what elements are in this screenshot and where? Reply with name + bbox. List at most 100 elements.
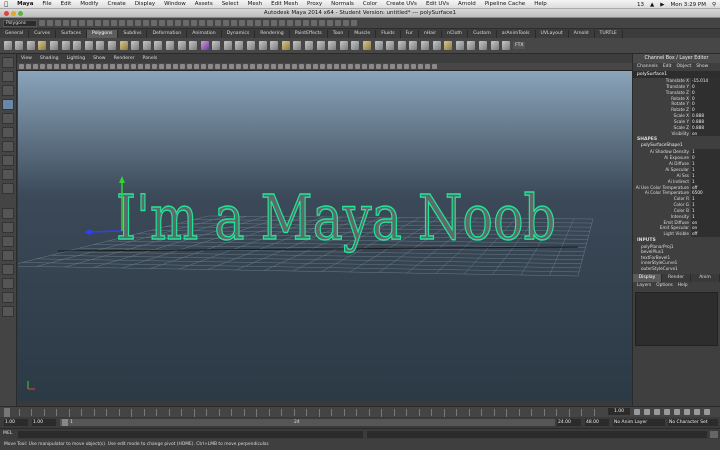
panel-tool-icon[interactable] <box>250 64 255 69</box>
shelf-tool-icon[interactable] <box>107 41 116 50</box>
shelf-tool-icon[interactable] <box>212 41 221 50</box>
move-manipulator-x-arrow[interactable] <box>84 229 91 235</box>
zoom-window-button[interactable] <box>18 11 23 16</box>
menu-pipeline-cache[interactable]: Pipeline Cache <box>480 1 529 7</box>
menu-edit-uvs[interactable]: Edit UVs <box>421 1 453 7</box>
shelf-tab-deformation[interactable]: Deformation <box>147 29 188 38</box>
panel-tool-icon[interactable] <box>75 64 80 69</box>
anim-layer-menu[interactable]: No Anim Layer <box>613 419 665 426</box>
shelf-tool-icon[interactable] <box>363 41 371 50</box>
panel-tool-icon[interactable] <box>138 64 143 69</box>
status-tool-icon[interactable] <box>255 20 261 26</box>
channel-value[interactable]: on <box>691 130 720 137</box>
last-tool-icon[interactable] <box>2 183 14 194</box>
layout-graph-icon[interactable] <box>2 264 14 275</box>
play-backwards-button[interactable] <box>664 409 670 415</box>
shelf-tool-icon[interactable] <box>26 41 35 50</box>
shelf-tool-icon[interactable] <box>397 41 406 50</box>
panel-tool-icon[interactable] <box>348 64 353 69</box>
panel-tool-icon[interactable] <box>411 64 416 69</box>
panel-tool-icon[interactable] <box>131 64 136 69</box>
time-slider[interactable]: 1.00 <box>0 406 720 417</box>
animation-end-field[interactable]: 48.00 <box>585 419 609 426</box>
shelf-tool-icon[interactable] <box>339 41 348 50</box>
play-forwards-button[interactable] <box>674 409 680 415</box>
shelf-tab-curves[interactable]: Curves <box>29 29 57 38</box>
menu-normals[interactable]: Normals <box>327 1 359 7</box>
status-tool-icon[interactable] <box>199 20 205 26</box>
shelf-tool-icon[interactable] <box>432 41 441 50</box>
layout-outliner-icon[interactable] <box>2 250 14 261</box>
lasso-tool-icon[interactable] <box>2 71 14 82</box>
shelf-tool-icon[interactable] <box>247 41 256 50</box>
paint-select-tool-icon[interactable] <box>2 85 14 96</box>
shelf-tool-icon[interactable] <box>270 41 279 50</box>
channel-menu-object[interactable]: Object <box>677 63 692 71</box>
panel-tool-icon[interactable] <box>327 64 332 69</box>
panel-tool-icon[interactable] <box>376 64 381 69</box>
panel-tool-icon[interactable] <box>425 64 430 69</box>
shelf-tool-icon[interactable] <box>455 41 464 50</box>
wifi-icon[interactable]: ▲ <box>650 2 654 8</box>
shelf-tool-icon[interactable] <box>316 41 325 50</box>
close-window-button[interactable] <box>4 11 9 16</box>
panel-tool-icon[interactable] <box>180 64 185 69</box>
layout-render-icon[interactable] <box>2 292 14 303</box>
panel-tool-icon[interactable] <box>404 64 409 69</box>
search-icon[interactable]: ⚲ <box>712 2 716 8</box>
menu-display[interactable]: Display <box>130 1 159 7</box>
channel-menu-edit[interactable]: Edit <box>663 63 672 71</box>
selected-object-name[interactable]: polySurface1 <box>633 71 720 78</box>
layer-tab-display[interactable]: Display <box>633 274 662 283</box>
animation-start-field[interactable]: 1.00 <box>4 419 28 426</box>
status-tool-icon[interactable] <box>215 20 221 26</box>
status-tool-icon[interactable] <box>39 20 45 26</box>
move-manipulator-y-arrow[interactable] <box>119 176 125 183</box>
status-tool-icon[interactable] <box>175 20 181 26</box>
status-tool-icon[interactable] <box>151 20 157 26</box>
status-tool-icon[interactable] <box>119 20 125 26</box>
menu-modify[interactable]: Modify <box>76 1 103 7</box>
step-forward-frame-button[interactable] <box>684 409 690 415</box>
status-tool-icon[interactable] <box>191 20 197 26</box>
select-tool-icon[interactable] <box>2 57 14 68</box>
shelf-tool-icon[interactable] <box>142 41 151 50</box>
layer-menu-options[interactable]: Options <box>656 282 673 290</box>
status-tool-icon[interactable] <box>295 20 301 26</box>
move-manipulator-x-axis[interactable] <box>87 230 123 233</box>
channel-menu-show[interactable]: Show <box>696 63 708 71</box>
3d-text-object[interactable]: I'm a Maya Noob <box>115 180 556 254</box>
menu-color[interactable]: Color <box>358 1 381 7</box>
status-tool-icon[interactable] <box>239 20 245 26</box>
shelf-tool-icon[interactable] <box>38 41 47 50</box>
universal-manip-icon[interactable] <box>2 141 14 152</box>
panel-tool-icon[interactable] <box>285 64 290 69</box>
shelf-tool-icon[interactable] <box>15 41 24 50</box>
shelf-tool-icon[interactable] <box>502 41 511 50</box>
panel-tool-icon[interactable] <box>208 64 213 69</box>
menu-window[interactable]: Window <box>160 1 191 7</box>
minimize-window-button[interactable] <box>11 11 16 16</box>
shelf-ftx-button[interactable]: FTX <box>513 42 526 49</box>
panel-tool-icon[interactable] <box>264 64 269 69</box>
shelf-tool-icon[interactable] <box>189 41 198 50</box>
panel-tool-icon[interactable] <box>61 64 66 69</box>
status-tool-icon[interactable] <box>343 20 349 26</box>
menu-file[interactable]: File <box>38 1 56 7</box>
menu-create[interactable]: Create <box>103 1 130 7</box>
status-tool-icon[interactable] <box>47 20 53 26</box>
step-back-frame-button[interactable] <box>654 409 660 415</box>
panel-tool-icon[interactable] <box>103 64 108 69</box>
panel-tool-icon[interactable] <box>418 64 423 69</box>
panel-tool-icon[interactable] <box>215 64 220 69</box>
shelf-tool-icon[interactable] <box>305 41 314 50</box>
layout-single-icon[interactable] <box>2 208 14 219</box>
menu-help[interactable]: Help <box>530 1 552 7</box>
panel-tool-icon[interactable] <box>166 64 171 69</box>
perspective-viewport[interactable]: I'm a Maya Noob <box>18 71 632 401</box>
layer-tab-render[interactable]: Render <box>662 274 691 283</box>
panel-tool-icon[interactable] <box>334 64 339 69</box>
panel-tool-icon[interactable] <box>355 64 360 69</box>
panel-menu-panels[interactable]: Panels <box>139 56 162 61</box>
shelf-tool-icon[interactable] <box>293 41 302 50</box>
